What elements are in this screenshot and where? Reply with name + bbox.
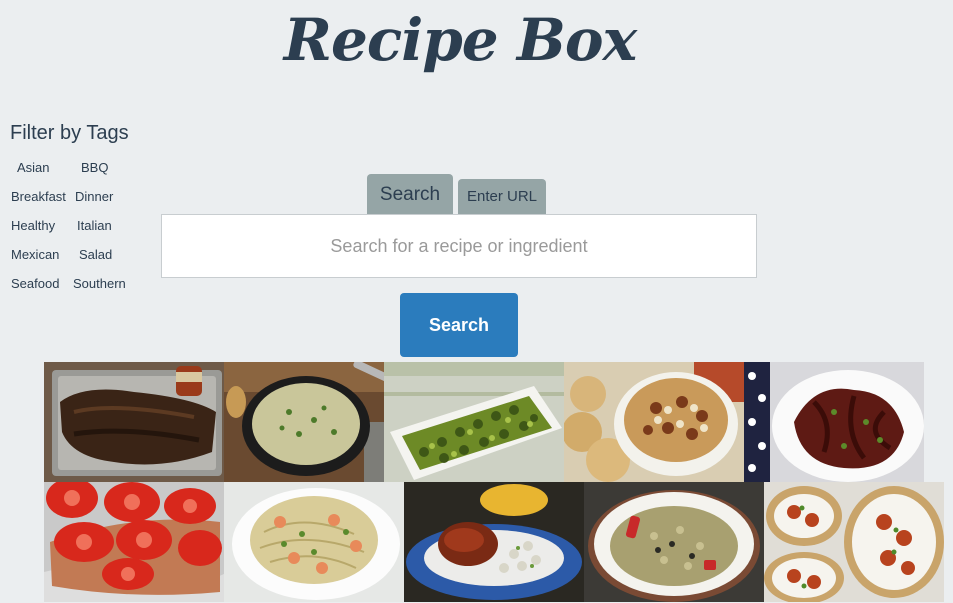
recipe-card[interactable] (384, 362, 564, 482)
tag-salad[interactable]: Salad (79, 247, 112, 262)
tab-search[interactable]: Search (367, 174, 453, 214)
blackened-fish-photo (44, 362, 224, 482)
search-input[interactable] (161, 214, 757, 278)
shrimp-pasta-photo (224, 482, 404, 602)
shrimp-tacos-photo (764, 482, 944, 602)
recipe-grid (44, 362, 953, 603)
tab-enter-url[interactable]: Enter URL (458, 179, 546, 214)
chicken-rice-plate-photo (404, 482, 584, 602)
recipe-card[interactable] (584, 482, 764, 602)
octopus-stew-photo (744, 362, 924, 482)
tag-seafood[interactable]: Seafood (11, 276, 59, 291)
recipe-card[interactable] (224, 362, 404, 482)
recipe-card[interactable] (744, 362, 924, 482)
tag-southern[interactable]: Southern (73, 276, 126, 291)
tag-asian[interactable]: Asian (17, 160, 50, 175)
recipe-card[interactable] (44, 482, 224, 602)
tag-italian[interactable]: Italian (77, 218, 112, 233)
recipe-card[interactable] (764, 482, 944, 602)
app-logo[interactable]: Recipe Box (0, 6, 920, 74)
recipe-card[interactable] (404, 482, 584, 602)
tag-bbq[interactable]: BBQ (81, 160, 108, 175)
recipe-card[interactable] (564, 362, 744, 482)
tomato-fish-foil-photo (44, 482, 224, 602)
quinoa-bowl-photo (584, 482, 764, 602)
tag-healthy[interactable]: Healthy (11, 218, 55, 233)
soup-skillet-photo (224, 362, 404, 482)
filter-title: Filter by Tags (10, 122, 129, 144)
search-button[interactable]: Search (400, 293, 518, 357)
recipe-card[interactable] (224, 482, 404, 602)
zucchini-platter-photo (384, 362, 564, 482)
tag-dinner[interactable]: Dinner (75, 189, 113, 204)
baked-beans-biscuits-photo (564, 362, 744, 482)
tag-mexican[interactable]: Mexican (11, 247, 59, 262)
recipe-card[interactable] (44, 362, 224, 482)
tag-breakfast[interactable]: Breakfast (11, 189, 66, 204)
